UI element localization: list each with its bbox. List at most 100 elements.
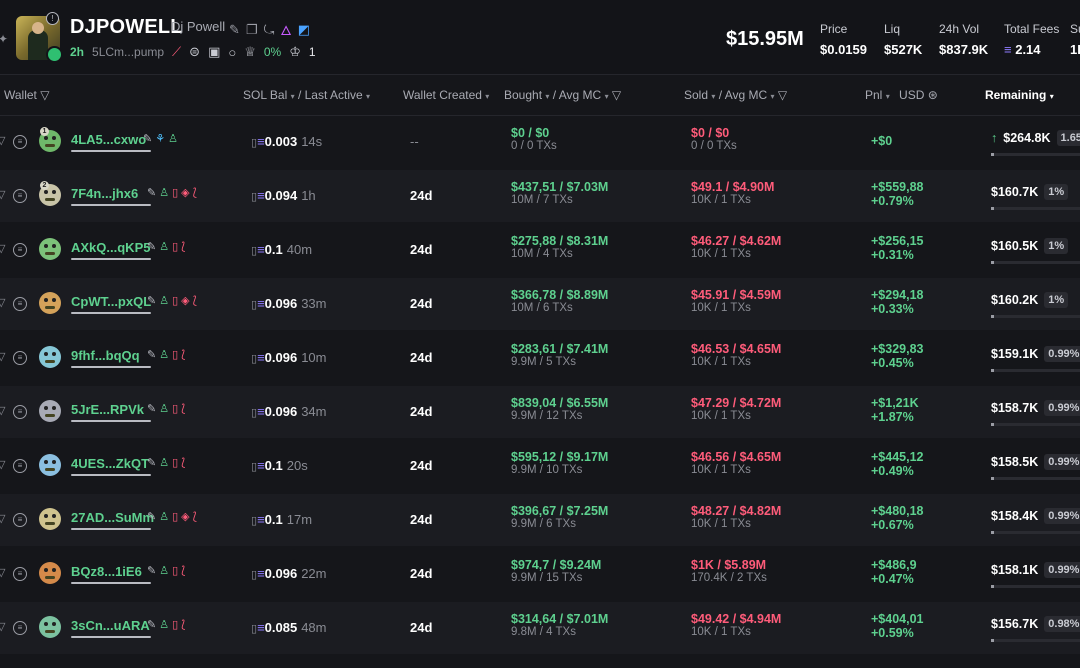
pin-icon[interactable]: ✦ <box>0 32 8 46</box>
contract-address[interactable]: 5LCm...pump <box>92 45 164 59</box>
table-row[interactable]: ▽ ≡ 1 4LA5...cxwo ✎ ⚘ ♙ ▯≡0.003 14s -- $0 /… <box>0 116 1080 168</box>
user-icon[interactable]: ♙ <box>159 510 169 523</box>
edit-icon[interactable]: ✎ <box>147 510 156 523</box>
avatar[interactable] <box>39 238 61 260</box>
avatar[interactable] <box>39 292 61 314</box>
filter-icon[interactable]: ▽ <box>0 350 5 363</box>
edit-icon[interactable]: ✎ <box>147 186 156 199</box>
col-bought[interactable]: Bought ▾ / Avg MC ▾ ▽ <box>504 88 621 102</box>
table-row[interactable]: ▽ ≡ BQz8...1iE6 ✎ ♙ ▯ ⟅ ▯≡0.096 22m 24d $974… <box>0 548 1080 600</box>
col-wallet-created[interactable]: Wallet Created ▾ <box>403 88 489 102</box>
wallet-icon[interactable]: ▯ <box>172 240 178 253</box>
menu-icon[interactable]: ≡ <box>13 621 27 635</box>
menu-icon[interactable]: ≡ <box>13 351 27 365</box>
wallet-icon[interactable]: ▯ <box>172 618 178 631</box>
menu-icon[interactable]: ≡ <box>13 405 27 419</box>
filter-icon[interactable]: ▽ <box>0 566 5 579</box>
wallet-icon[interactable]: ▯ <box>172 348 178 361</box>
avatar[interactable] <box>39 454 61 476</box>
edit-icon[interactable]: ✎ <box>229 22 240 38</box>
fire-icon[interactable]: 🜂 <box>280 17 291 43</box>
edit-icon[interactable]: ✎ <box>143 132 152 145</box>
menu-icon[interactable]: ≡ <box>13 243 27 257</box>
filter-icon[interactable]: ▽ <box>0 188 5 201</box>
filter-icon[interactable]: ▽ <box>0 296 5 309</box>
share-icon[interactable]: ⤿ <box>264 22 275 38</box>
filter-icon[interactable]: ▽ <box>0 404 5 417</box>
search-icon[interactable]: ○ <box>228 45 236 60</box>
twitter-icon[interactable]: ◩ <box>298 22 310 38</box>
menu-icon[interactable]: ≡ <box>13 567 27 581</box>
wallet-icon[interactable]: ▯ <box>172 510 178 523</box>
table-row[interactable]: ▽ ≡ AXkQ...qKP5 ✎ ♙ ▯ ⟅ ▯≡0.1 40m 24d $275,8… <box>0 224 1080 276</box>
user-icon[interactable]: ♙ <box>159 294 169 307</box>
avatar[interactable] <box>39 508 61 530</box>
wallet-address[interactable]: 4UES...ZkQT <box>71 456 149 471</box>
col-sol-bal[interactable]: SOL Bal ▾ / Last Active ▾ <box>243 88 370 102</box>
avatar[interactable] <box>39 400 61 422</box>
table-row[interactable]: ▽ ≡ 4UES...ZkQT ✎ ♙ ▯ ⟅ ▯≡0.1 20s 24d $595,1… <box>0 440 1080 492</box>
col-remaining[interactable]: Remaining ▾ <box>985 88 1054 102</box>
tag-icon[interactable]: ⟅ <box>193 294 197 307</box>
menu-icon[interactable]: ≡ <box>13 459 27 473</box>
avatar[interactable] <box>39 346 61 368</box>
wallet-address[interactable]: 27AD...SuMm <box>71 510 154 525</box>
table-row[interactable]: ▽ ≡ 2 7F4n...jhx6 ✎ ♙ ▯ ◈ ⟅ ▯≡0.094 1h 24d $4… <box>0 170 1080 222</box>
edit-icon[interactable]: ✎ <box>147 618 156 631</box>
wallet-address[interactable]: AXkQ...qKP5 <box>71 240 150 255</box>
filter-icon[interactable]: ▽ <box>0 458 5 471</box>
table-row[interactable]: ▽ ≡ 3sCn...uARA ✎ ♙ ▯ ⟅ ▯≡0.085 48m 24d $314… <box>0 602 1080 654</box>
wallet-icon[interactable]: ▯ <box>172 456 178 469</box>
edit-icon[interactable]: ✎ <box>147 456 156 469</box>
table-row[interactable]: ▽ ≡ 5JrE...RPVk ✎ ♙ ▯ ⟅ ▯≡0.096 34m 24d $839… <box>0 386 1080 438</box>
copy-icon[interactable]: ❐ <box>246 22 258 38</box>
pump-icon[interactable]: ⟋ <box>172 44 181 60</box>
edit-icon[interactable]: ✎ <box>147 402 156 415</box>
avatar[interactable] <box>39 562 61 584</box>
wallet-address[interactable]: 4LA5...cxwo <box>71 132 146 147</box>
user-icon[interactable]: ♙ <box>159 186 169 199</box>
edit-icon[interactable]: ✎ <box>147 294 156 307</box>
user-icon[interactable]: ♙ <box>159 564 169 577</box>
filter-icon[interactable]: ▽ <box>0 512 5 525</box>
table-row[interactable]: ▽ ≡ 27AD...SuMm ✎ ♙ ▯ ◈ ⟅ ▯≡0.1 17m 24d $396,… <box>0 494 1080 546</box>
menu-icon[interactable]: ≡ <box>13 135 27 149</box>
image-icon[interactable]: ▣ <box>208 44 220 60</box>
tag-icon[interactable]: ⟅ <box>181 564 185 577</box>
edit-icon[interactable]: ✎ <box>147 564 156 577</box>
filter-icon[interactable]: ▽ <box>0 134 5 147</box>
edit-icon[interactable]: ✎ <box>147 348 156 361</box>
menu-icon[interactable]: ≡ <box>13 297 27 311</box>
layers-icon[interactable]: ◈ <box>181 294 189 307</box>
token-ticker[interactable]: DJPOWELL <box>70 16 183 39</box>
list-circle-icon[interactable]: ⊜ <box>189 44 200 60</box>
filter-icon[interactable]: ▽ <box>0 620 5 633</box>
table-row[interactable]: ▽ ≡ 9fhf...bqQq ✎ ♙ ▯ ⟅ ▯≡0.096 10m 24d $283… <box>0 332 1080 384</box>
wallet-address[interactable]: 9fhf...bqQq <box>71 348 140 363</box>
col-sold[interactable]: Sold ▾ / Avg MC ▾ ▽ <box>684 88 787 102</box>
tag-icon[interactable]: ⟅ <box>181 618 185 631</box>
user-icon[interactable]: ♙ <box>159 348 169 361</box>
tag-icon[interactable]: ⟅ <box>181 348 185 361</box>
tag-icon[interactable]: ⟅ <box>181 456 185 469</box>
user-icon[interactable]: ♙ <box>168 132 178 145</box>
tag-icon[interactable]: ⟅ <box>193 186 197 199</box>
wallet-icon[interactable]: ▯ <box>172 564 178 577</box>
col-pnl[interactable]: Pnl ▾ USD ⊛ <box>865 88 938 102</box>
user-icon[interactable]: ♙ <box>159 618 169 631</box>
info-icon[interactable]: ! <box>46 12 59 25</box>
col-wallet[interactable]: Wallet ▽ <box>4 88 49 102</box>
wallet-address[interactable]: CpWT...pxQL <box>71 294 151 309</box>
user-icon[interactable]: ♙ <box>159 240 169 253</box>
tag-icon[interactable]: ⟅ <box>181 240 185 253</box>
filter-icon[interactable]: ▽ <box>0 242 5 255</box>
layers-icon[interactable]: ◈ <box>181 186 189 199</box>
edit-icon[interactable]: ✎ <box>147 240 156 253</box>
wallet-address[interactable]: BQz8...1iE6 <box>71 564 142 579</box>
avatar[interactable] <box>39 616 61 638</box>
table-row[interactable]: ▽ ≡ CpWT...pxQL ✎ ♙ ▯ ◈ ⟅ ▯≡0.096 33m 24d $36… <box>0 278 1080 330</box>
wallet-address[interactable]: 7F4n...jhx6 <box>71 186 138 201</box>
fish-icon[interactable]: ⚘ <box>155 132 165 145</box>
menu-icon[interactable]: ≡ <box>13 189 27 203</box>
wallet-icon[interactable]: ▯ <box>172 402 178 415</box>
